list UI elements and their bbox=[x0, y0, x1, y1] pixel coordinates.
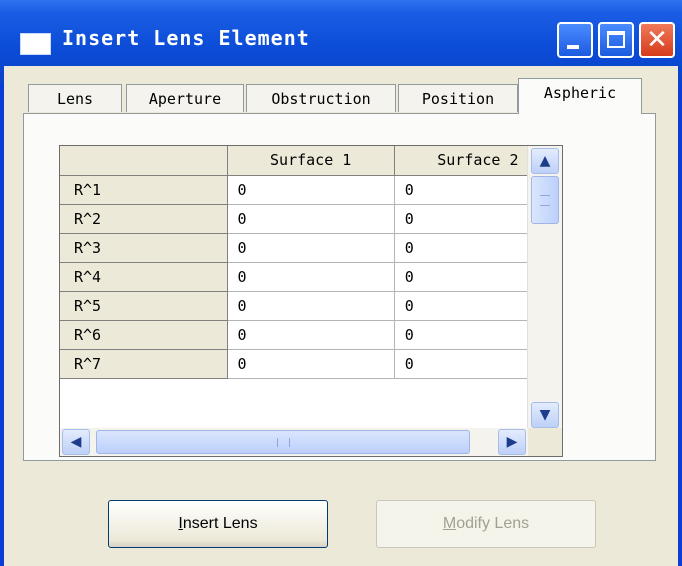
button-label: odify Lens bbox=[456, 515, 530, 532]
minimize-button[interactable] bbox=[557, 22, 593, 58]
horizontal-scrollbar[interactable]: ◀ ▶ bbox=[60, 428, 530, 456]
scroll-left-button[interactable]: ◀ bbox=[62, 429, 90, 455]
scrollbar-corner bbox=[528, 428, 562, 456]
grid-header-row: Surface 1 Surface 2 bbox=[60, 146, 562, 176]
grid-cell[interactable]: 0 bbox=[227, 320, 395, 350]
row-header[interactable]: R^1 bbox=[60, 175, 228, 205]
grid-cell[interactable]: 0 bbox=[227, 291, 395, 321]
grid-cell[interactable]: 0 bbox=[227, 175, 395, 205]
tab-aspheric[interactable]: Aspheric bbox=[518, 78, 642, 114]
scroll-up-button[interactable]: ▲ bbox=[531, 148, 559, 174]
insert-lens-button[interactable]: Insert Lens bbox=[108, 500, 328, 548]
grid-row: R^2 0 0 bbox=[60, 204, 562, 234]
tab-obstruction[interactable]: Obstruction bbox=[246, 84, 396, 112]
row-header[interactable]: R^5 bbox=[60, 291, 228, 321]
grid-cell[interactable]: 0 bbox=[227, 349, 395, 379]
grip-icon bbox=[540, 195, 550, 206]
row-header[interactable]: R^2 bbox=[60, 204, 228, 234]
close-button[interactable]: ✕ bbox=[639, 22, 675, 58]
row-header[interactable]: R^7 bbox=[60, 349, 228, 379]
modify-lens-button: Modify Lens bbox=[376, 500, 596, 548]
horizontal-scroll-thumb[interactable] bbox=[96, 430, 470, 454]
grid-corner-header bbox=[60, 146, 228, 176]
row-header[interactable]: R^3 bbox=[60, 233, 228, 263]
grid-row: R^7 0 0 bbox=[60, 349, 562, 379]
grid-cell[interactable]: 0 bbox=[227, 204, 395, 234]
row-header[interactable]: R^6 bbox=[60, 320, 228, 350]
button-label: nsert Lens bbox=[182, 515, 258, 532]
tab-position[interactable]: Position bbox=[398, 84, 518, 112]
window-title: Insert Lens Element bbox=[62, 26, 310, 50]
mnemonic-letter: M bbox=[442, 515, 457, 532]
scroll-down-button[interactable]: ▼ bbox=[531, 402, 559, 428]
minimize-icon bbox=[567, 45, 579, 49]
row-header[interactable]: R^4 bbox=[60, 262, 228, 292]
maximize-icon bbox=[607, 31, 625, 48]
vertical-scrollbar[interactable]: ▲ ▼ bbox=[527, 146, 562, 430]
scroll-right-button[interactable]: ▶ bbox=[498, 429, 526, 455]
vertical-scroll-thumb[interactable] bbox=[531, 176, 559, 224]
aspheric-grid[interactable]: Surface 1 Surface 2 R^1 0 0 R^2 0 0 R^3 … bbox=[59, 145, 563, 457]
grid-table: Surface 1 Surface 2 R^1 0 0 R^2 0 0 R^3 … bbox=[60, 146, 562, 379]
dialog-window: Insert Lens Element ✕ Lens Aperture Obst… bbox=[0, 0, 682, 566]
grip-icon bbox=[277, 438, 290, 447]
tab-lens[interactable]: Lens bbox=[28, 84, 122, 112]
tab-aperture[interactable]: Aperture bbox=[126, 84, 244, 112]
grid-row: R^1 0 0 bbox=[60, 175, 562, 205]
maximize-button[interactable] bbox=[598, 22, 634, 58]
grid-row: R^6 0 0 bbox=[60, 320, 562, 350]
grid-row: R^3 0 0 bbox=[60, 233, 562, 263]
aspheric-tab-panel: Surface 1 Surface 2 R^1 0 0 R^2 0 0 R^3 … bbox=[23, 113, 656, 461]
grid-cell[interactable]: 0 bbox=[227, 262, 395, 292]
close-icon: ✕ bbox=[646, 25, 668, 55]
grid-row: R^4 0 0 bbox=[60, 262, 562, 292]
window-icon bbox=[20, 33, 51, 55]
grid-row: R^5 0 0 bbox=[60, 291, 562, 321]
column-header-surface-1[interactable]: Surface 1 bbox=[227, 146, 395, 176]
grid-cell[interactable]: 0 bbox=[227, 233, 395, 263]
